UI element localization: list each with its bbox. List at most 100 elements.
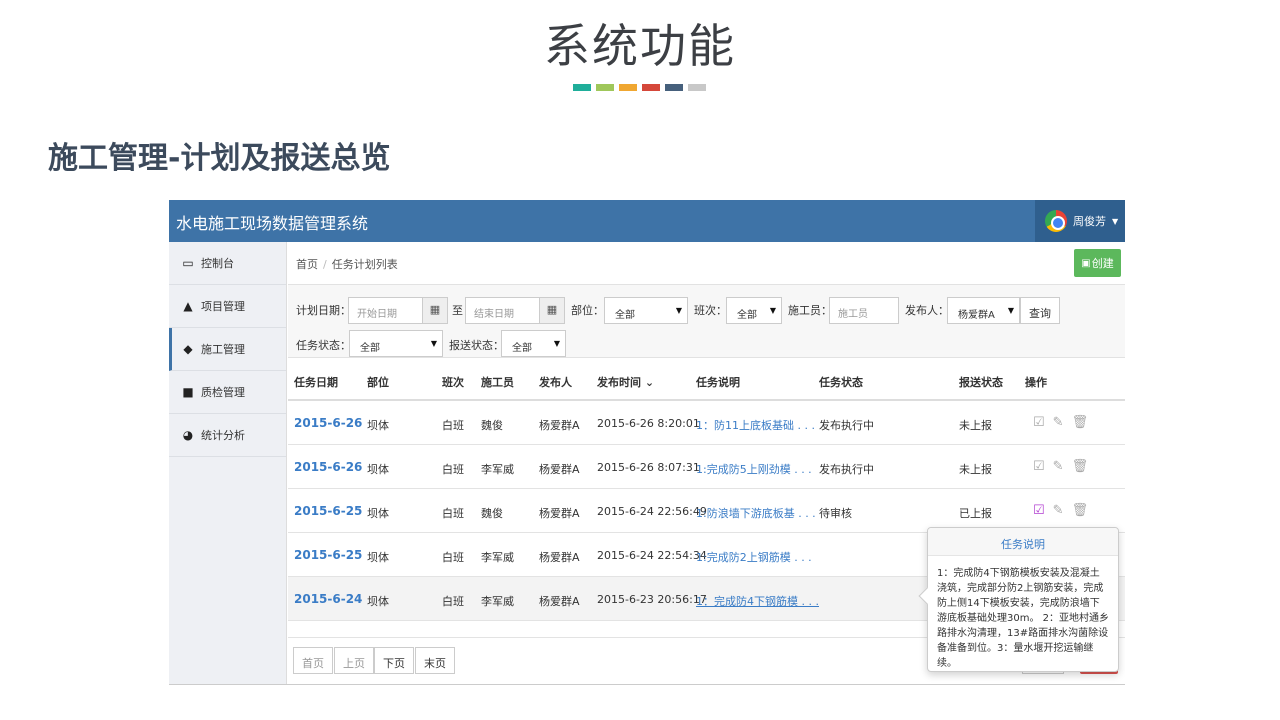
publish-time-cell: 2015-6-24 22:56:49 (597, 505, 707, 518)
tags-icon: ◆ (183, 342, 193, 356)
sidebar-item-construction[interactable]: ◆ 施工管理 (169, 328, 286, 371)
sidebar-item-label: 统计分析 (201, 429, 245, 442)
first-page-button[interactable]: 首页 (293, 647, 333, 674)
popover-title: 任务说明 (928, 528, 1118, 556)
sidebar-item-quality[interactable]: ■ 质检管理 (169, 371, 286, 414)
edit-icon[interactable]: ✎ (1053, 459, 1064, 474)
next-page-button[interactable]: 下页 (374, 647, 414, 674)
trash-icon[interactable]: 🗑 (1072, 415, 1089, 430)
color-swatch (573, 84, 591, 91)
color-swatch (619, 84, 637, 91)
publisher-select[interactable]: 杨爱群A ▼ (947, 297, 1020, 324)
part-select[interactable]: 全部 ▼ (604, 297, 688, 324)
plan-date-label: 计划日期： (296, 304, 351, 317)
sidebar-item-projects[interactable]: ▲ 项目管理 (169, 285, 286, 328)
task-status-label: 任务状态： (296, 339, 351, 352)
column-header: 班次 (442, 376, 464, 389)
approve-icon[interactable]: ☑ (1033, 503, 1045, 518)
column-header[interactable]: 任务日期 (294, 374, 338, 390)
shift-select[interactable]: 全部 ▼ (726, 297, 782, 324)
edit-icon[interactable]: ✎ (1053, 415, 1064, 430)
description-link[interactable]: 1:完成防2上钢筋模 . . . (696, 549, 812, 565)
breadcrumb-home[interactable]: 首页 (296, 258, 318, 271)
task-date-link[interactable]: 2015-6-24 (294, 592, 362, 606)
column-header: 操作 (1025, 376, 1047, 389)
folder-icon: ■ (182, 385, 194, 399)
road-icon: ▲ (183, 299, 193, 313)
last-page-button[interactable]: 末页 (415, 647, 455, 674)
sidebar-item-statistics[interactable]: ◕ 统计分析 (169, 414, 286, 457)
publisher-cell: 杨爱群A (539, 507, 580, 520)
save-icon: ▣ (1081, 257, 1091, 269)
create-button[interactable]: ▣ 创建 (1074, 249, 1121, 277)
description-link[interactable]: 1:完成防5上刚劲模 . . . (696, 461, 812, 477)
publisher-select-value: 杨爱群A (958, 310, 995, 321)
start-date-input[interactable]: 开始日期 (348, 297, 424, 324)
breadcrumb: 首页 / 任务计划列表 (296, 256, 398, 272)
description-link[interactable]: 1：防11上底板基础 . . . (696, 417, 815, 433)
calendar-icon[interactable]: ▦ (539, 297, 565, 324)
column-header-sortable[interactable]: 发布时间 ⌄ (597, 374, 654, 390)
table-header: 任务日期 部位 班次 施工员 发布人 发布时间 ⌄ 任务说明 任务状态 报送状态… (288, 358, 1125, 401)
row-actions: ☑ ✎ 🗑 (1033, 503, 1088, 518)
approve-icon[interactable]: ☑ (1033, 415, 1045, 430)
sidebar-item-label: 项目管理 (201, 300, 245, 313)
publish-time-cell: 2015-6-26 8:20:01 (597, 417, 700, 430)
color-swatch (642, 84, 660, 91)
task-date-link[interactable]: 2015-6-26 (294, 416, 362, 430)
app-title: 水电施工现场数据管理系统 (176, 214, 369, 233)
shift-cell: 白班 (442, 507, 464, 520)
row-actions: ☑ ✎ 🗑 (1033, 459, 1088, 474)
part-cell: 坝体 (367, 595, 389, 608)
task-status-select-value: 全部 (360, 343, 380, 354)
shift-cell: 白班 (442, 463, 464, 476)
chevron-down-icon: ⌄ (644, 376, 655, 389)
caret-down-icon: ▼ (430, 339, 437, 348)
shift-cell: 白班 (442, 595, 464, 608)
report-status-cell: 已上报 (959, 507, 992, 520)
query-button[interactable]: 查询 (1020, 297, 1060, 324)
caret-down-icon: ▼ (1112, 216, 1119, 226)
end-date-input[interactable]: 结束日期 (465, 297, 541, 324)
caret-down-icon: ▼ (1007, 306, 1014, 315)
sidebar-item-console[interactable]: ▭ 控制台 (169, 242, 286, 285)
sidebar: ▭ 控制台 ▲ 项目管理 ◆ 施工管理 ■ 质检管理 ◕ 统计分析 (169, 242, 287, 684)
main-content: 首页 / 任务计划列表 ▣ 创建 计划日期： 开始日期 ▦ 至 结束日期 ▦ 部位： … (288, 242, 1125, 684)
app-header: 水电施工现场数据管理系统 周俊芳 ▼ (169, 200, 1125, 242)
calendar-icon[interactable]: ▦ (422, 297, 448, 324)
task-status-select[interactable]: 全部 ▼ (349, 330, 443, 357)
worker-input[interactable]: 施工员 (829, 297, 899, 324)
description-popover: 任务说明 1：完成防4下钢筋模板安装及混凝土浇筑，完成部分防2上钢筋安装，完成防… (918, 527, 1119, 672)
part-cell: 坝体 (367, 463, 389, 476)
create-button-label: 创建 (1091, 257, 1114, 270)
prev-page-button[interactable]: 上页 (334, 647, 374, 674)
trash-icon[interactable]: 🗑 (1072, 459, 1089, 474)
shift-cell: 白班 (442, 419, 464, 432)
task-status-cell: 发布执行中 (819, 463, 874, 476)
description-link[interactable]: 1：完成防4下钢筋模 . . . (696, 593, 819, 609)
column-header: 任务状态 (819, 376, 863, 389)
edit-icon[interactable]: ✎ (1053, 503, 1064, 518)
slide-subtitle: 施工管理-计划及报送总览 (48, 141, 391, 176)
description-link[interactable]: 1:防浪墙下游底板基 . . . (696, 505, 816, 521)
report-status-cell: 未上报 (959, 419, 992, 432)
filter-panel: 计划日期： 开始日期 ▦ 至 结束日期 ▦ 部位： 全部 ▼ 班次： 全部 ▼ 施工… (288, 284, 1125, 358)
slide: 系统功能 施工管理-计划及报送总览 水电施工现场数据管理系统 周俊芳 ▼ ▭ 控… (0, 0, 1280, 720)
publisher-label: 发布人： (905, 304, 949, 317)
shift-select-value: 全部 (737, 310, 757, 321)
color-swatch (665, 84, 683, 91)
report-status-select[interactable]: 全部 ▼ (501, 330, 566, 357)
task-date-link[interactable]: 2015-6-26 (294, 460, 362, 474)
part-label: 部位： (571, 304, 604, 317)
trash-icon[interactable]: 🗑 (1072, 503, 1089, 518)
color-swatch (596, 84, 614, 91)
part-cell: 坝体 (367, 551, 389, 564)
publisher-cell: 杨爱群A (539, 463, 580, 476)
task-date-link[interactable]: 2015-6-25 (294, 548, 362, 562)
task-date-link[interactable]: 2015-6-25 (294, 504, 362, 518)
user-menu[interactable]: 周俊芳 ▼ (1035, 200, 1125, 242)
approve-icon[interactable]: ☑ (1033, 459, 1045, 474)
task-status-cell: 待审核 (819, 507, 852, 520)
worker-label: 施工员： (788, 304, 832, 317)
column-header: 部位 (367, 376, 389, 389)
